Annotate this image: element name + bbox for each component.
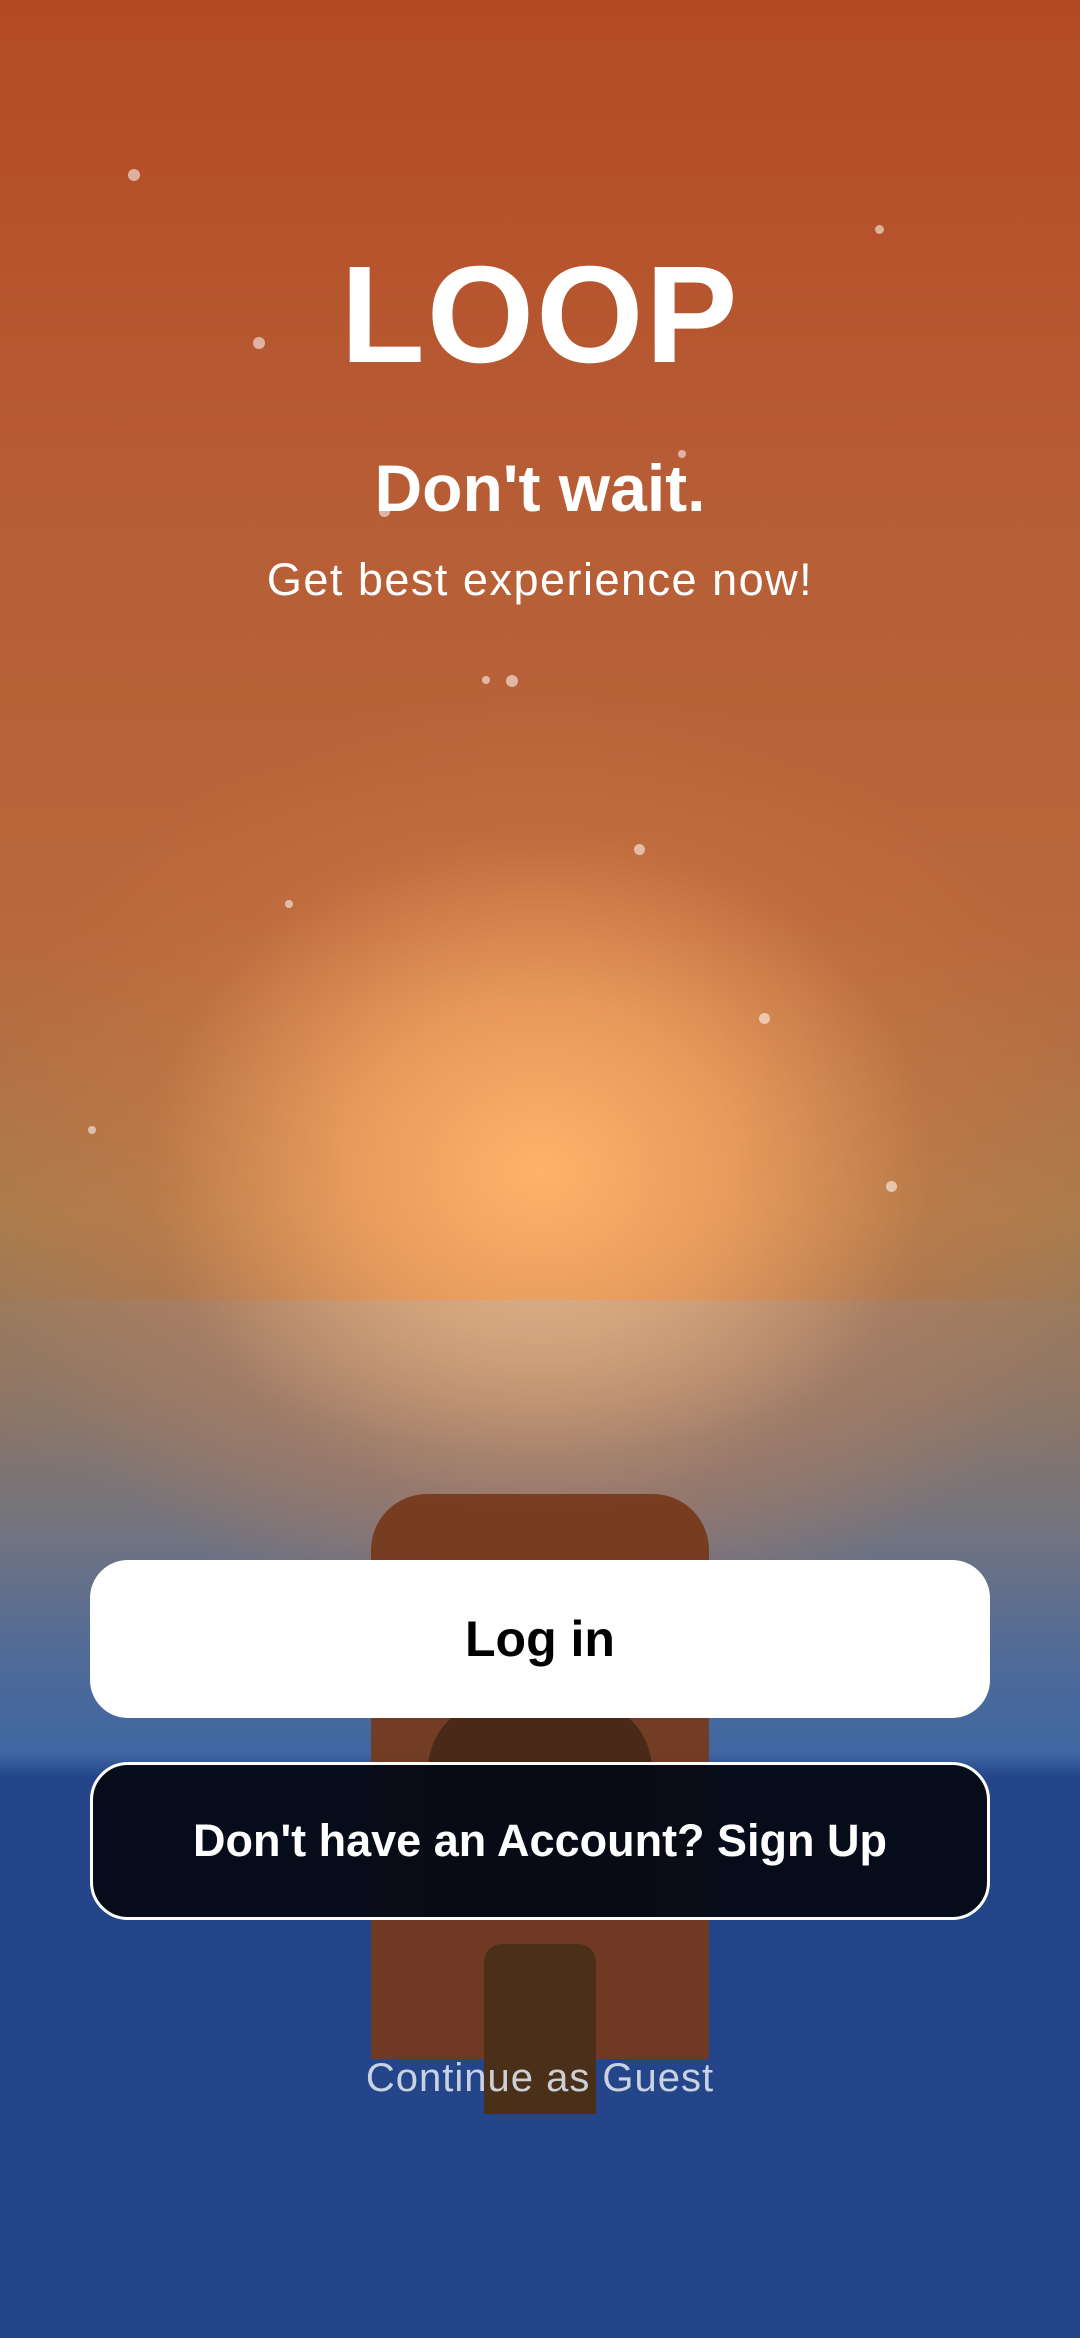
signup-button[interactable]: Don't have an Account? Sign Up xyxy=(90,1762,990,1920)
app-logo: LOOP xyxy=(340,238,740,392)
star-dot xyxy=(285,900,293,908)
login-button-label: Log in xyxy=(465,1611,615,1667)
star-dot xyxy=(875,225,884,234)
continue-as-guest-link[interactable]: Continue as Guest xyxy=(0,2050,1080,2106)
star-dot xyxy=(506,675,518,687)
subheadline: Get best experience now! xyxy=(266,554,814,605)
star-dot xyxy=(759,1013,770,1024)
headline: Don't wait. xyxy=(374,451,706,525)
star-dot xyxy=(634,844,645,855)
star-dot xyxy=(88,1126,96,1134)
signup-button-label: Don't have an Account? Sign Up xyxy=(192,1815,888,1866)
star-dot xyxy=(886,1181,897,1192)
star-dot xyxy=(128,169,140,181)
login-button[interactable]: Log in xyxy=(90,1560,990,1718)
star-dot xyxy=(482,676,490,684)
